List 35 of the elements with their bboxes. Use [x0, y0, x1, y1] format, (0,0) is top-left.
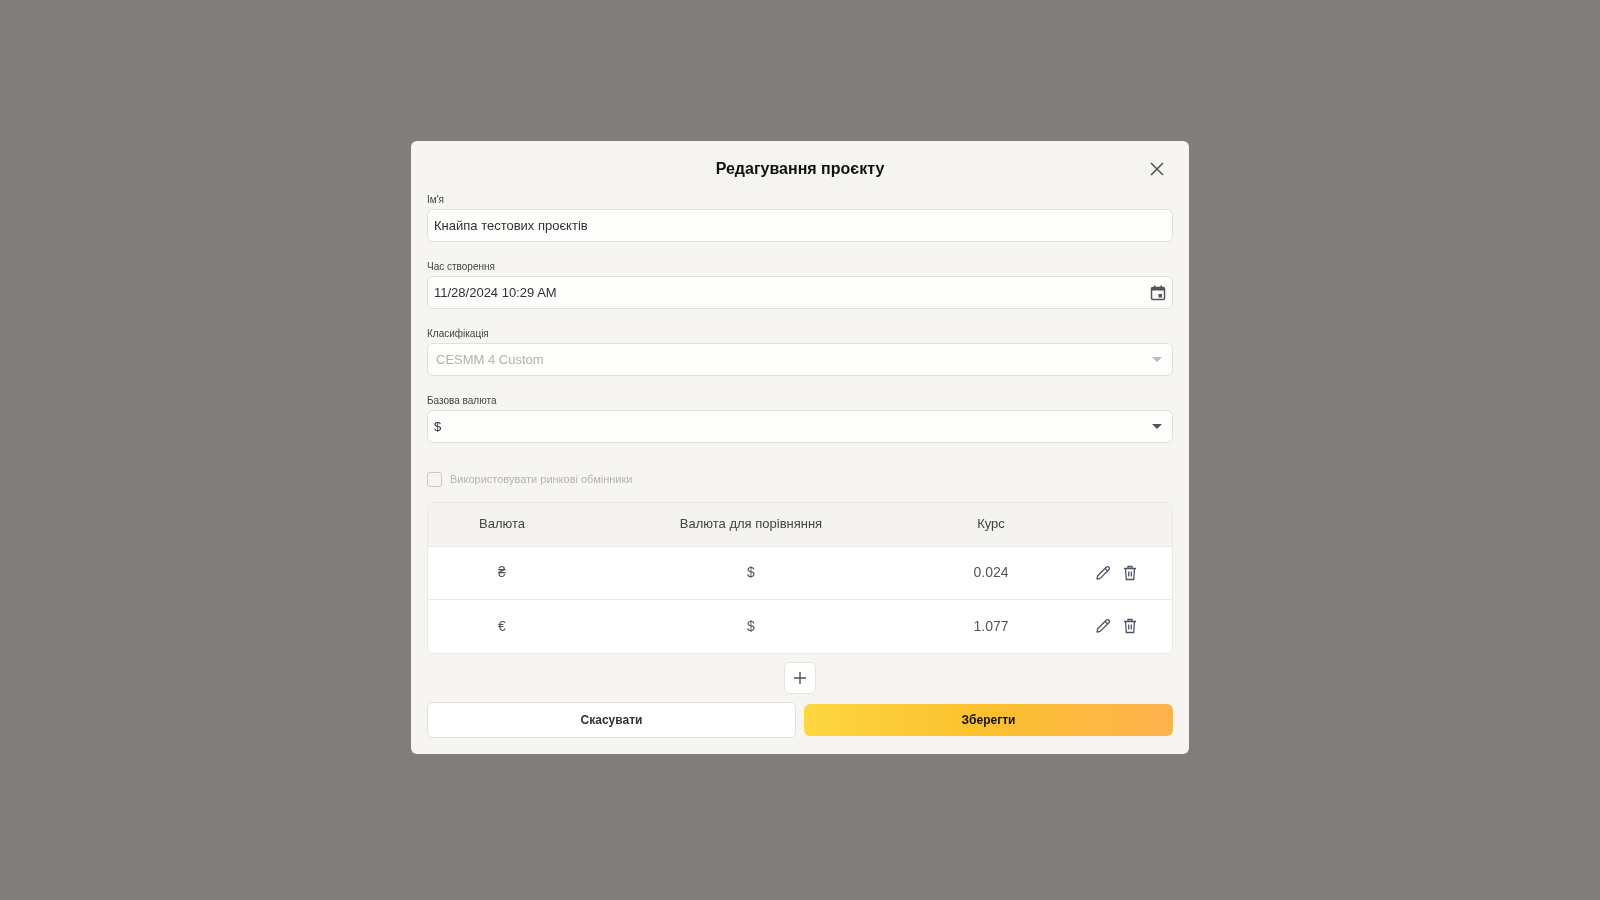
field-label: Класифікація — [427, 327, 490, 341]
field-label: Ім'я — [427, 193, 445, 207]
select-field[interactable]: $ — [427, 410, 1173, 443]
add-button[interactable] — [784, 661, 816, 694]
column-header: Валюта — [479, 515, 525, 534]
input-field[interactable]: Кнайпа тестових проєктів — [427, 209, 1173, 242]
dropdown-caret-icon — [1152, 356, 1162, 363]
field-label: Час створення — [427, 260, 496, 274]
table-cell-text: ₴ — [498, 563, 506, 582]
close-icon — [1150, 162, 1164, 176]
column-header: Валюта для порівняння — [679, 515, 823, 534]
plus-icon — [794, 671, 806, 684]
field-label: Базова валюта — [427, 394, 498, 408]
edit-button[interactable] — [1095, 618, 1111, 634]
table-cell-text: 1.077 — [973, 616, 1009, 636]
checkbox-label: Використовувати ринкові обмінники — [450, 472, 633, 487]
select-field: CESMM 4 Custom — [427, 343, 1173, 376]
table-cell-text: 0.024 — [973, 563, 1009, 582]
cancel-button[interactable]: Скасувати — [427, 701, 796, 738]
table-cell-text: $ — [747, 563, 755, 582]
dropdown-caret-icon — [1152, 423, 1162, 430]
calendar-icon[interactable] — [1150, 284, 1166, 301]
trash-icon — [1123, 564, 1137, 581]
delete-button[interactable] — [1123, 618, 1137, 634]
table-cell-text: $ — [747, 616, 755, 636]
table-cell-text: € — [498, 616, 506, 636]
save-button[interactable]: Зберегти — [804, 703, 1173, 736]
pencil-icon — [1095, 618, 1111, 634]
column-header: Курс — [977, 515, 1005, 534]
trash-icon — [1123, 618, 1137, 634]
date-field[interactable]: 11/28/2024 10:29 AM — [427, 276, 1173, 309]
pencil-icon — [1095, 564, 1111, 581]
edit-button[interactable] — [1095, 564, 1111, 581]
dialog-title: Редагування проєкту — [715, 159, 885, 179]
delete-button[interactable] — [1123, 564, 1137, 581]
